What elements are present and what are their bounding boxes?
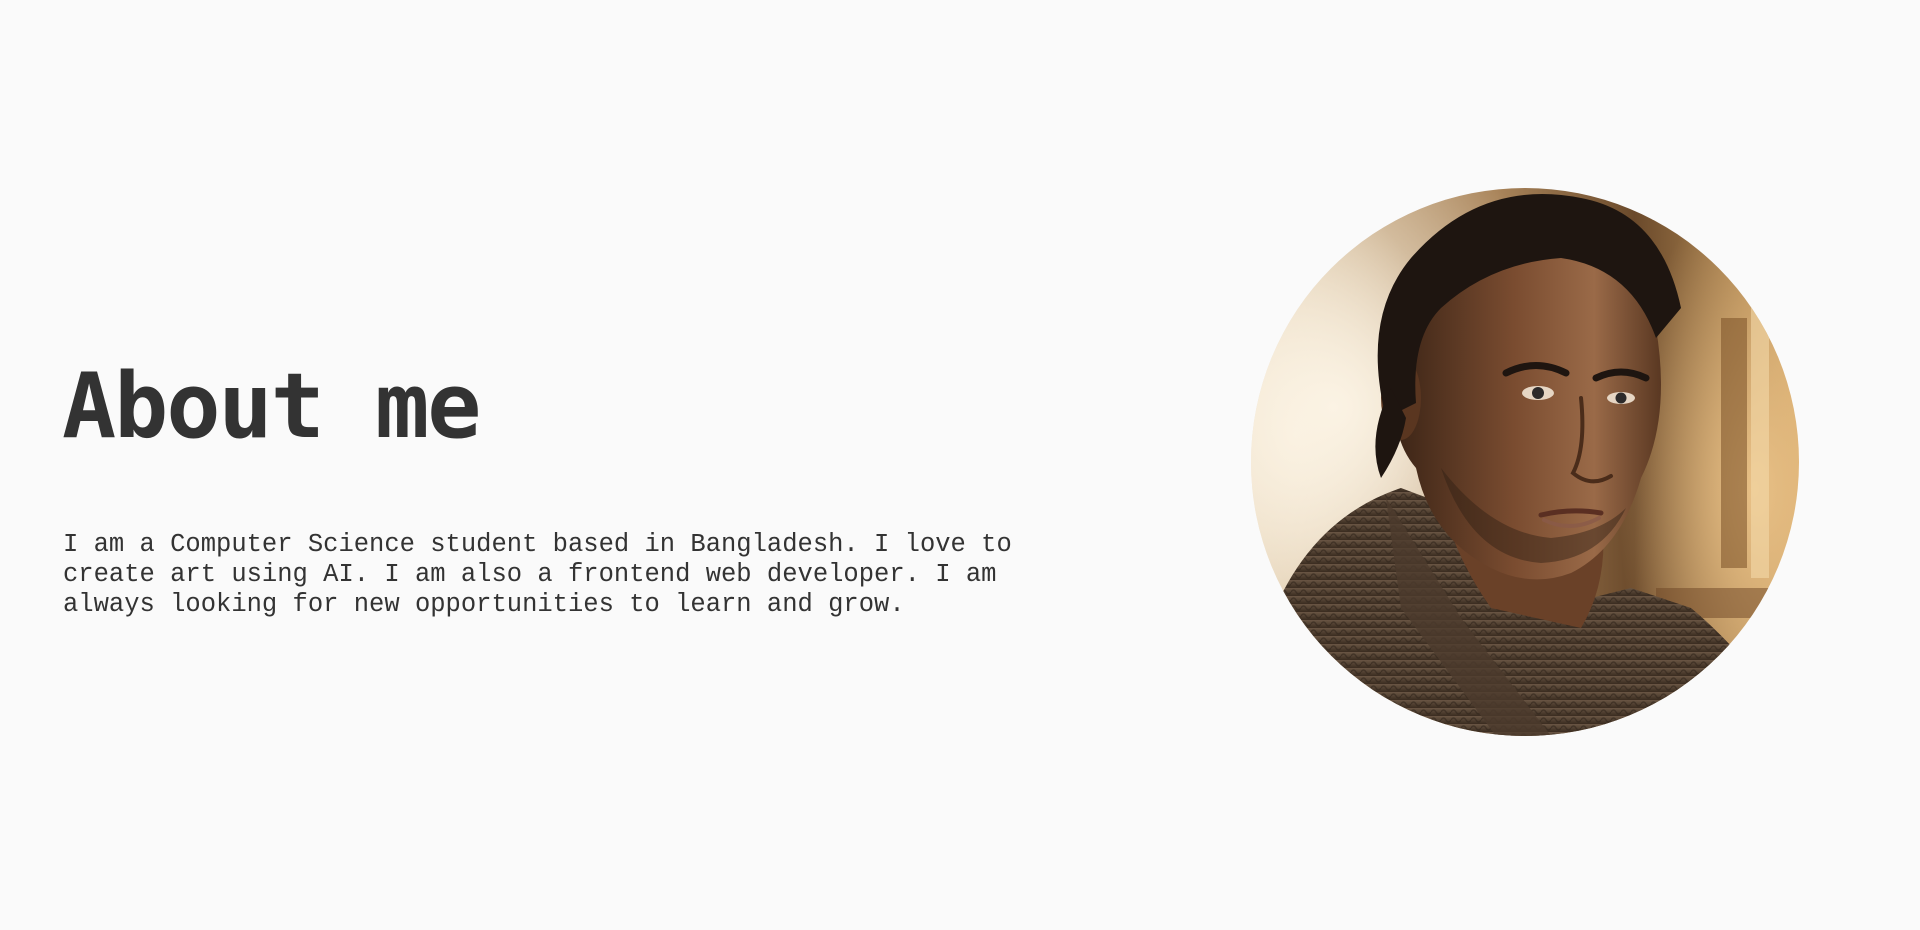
- about-description: I am a Computer Science student based in…: [63, 530, 1012, 619]
- window-frame: [1721, 318, 1747, 568]
- about-section: About me I am a Computer Science student…: [0, 0, 1920, 930]
- profile-portrait: [1251, 188, 1799, 736]
- about-heading: About me: [62, 354, 481, 459]
- portrait-illustration: [1251, 188, 1799, 736]
